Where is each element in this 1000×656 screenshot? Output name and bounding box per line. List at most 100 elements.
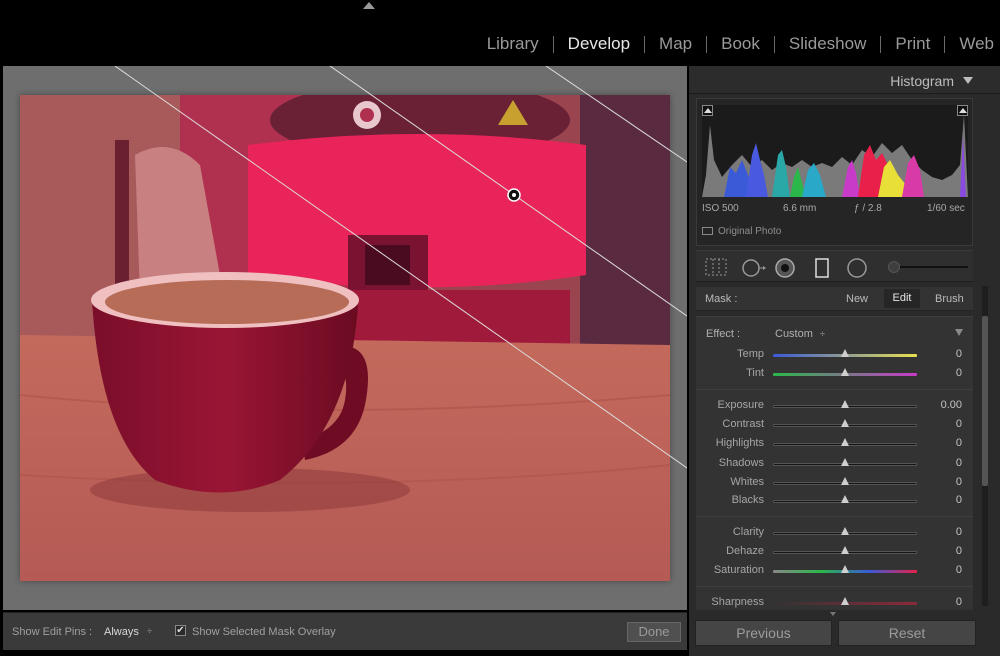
graduated-filter-icon[interactable] [815,258,829,278]
original-photo-label: Original Photo [718,226,782,237]
histogram-header[interactable]: Histogram [689,66,1000,94]
module-map[interactable]: Map [645,34,706,54]
effect-preset-select[interactable]: Custom ÷ [775,328,825,340]
shadows-label: Shadows [718,457,764,469]
contrast-row: Contrast 0 [696,416,973,434]
section-divider [696,389,973,390]
original-photo-toggle[interactable]: Original Photo [702,226,781,237]
temp-value[interactable]: 0 [956,348,962,360]
section-divider [696,516,973,517]
dehaze-slider-thumb[interactable] [841,546,849,554]
contrast-slider-thumb[interactable] [841,419,849,427]
temp-slider-thumb[interactable] [841,349,849,357]
mask-brush-button[interactable]: Brush [935,293,964,305]
original-photo-checkbox[interactable] [702,227,713,235]
mask-edit-button[interactable]: Edit [884,289,920,308]
scroll-down-icon[interactable] [830,612,836,616]
radial-filter-icon[interactable] [847,258,867,278]
histogram-chart [702,115,968,197]
bottom-buttons: Previous Reset [689,618,1000,656]
whites-slider-thumb[interactable] [841,477,849,485]
histogram-graph [702,105,968,197]
histogram-panel: ISO 500 6.6 mm ƒ / 2.8 1/60 sec Original… [696,98,973,246]
module-web[interactable]: Web [945,34,994,54]
bottom-toolbar: Show Edit Pins : Always ÷ ✔ Show Selecte… [3,612,687,650]
sharpness-row: Sharpness 0 [696,594,973,610]
adjustment-brush-slider[interactable] [892,266,968,268]
photo-image [20,95,670,581]
panel-scrollbar[interactable] [982,286,988,606]
blacks-label: Blacks [731,494,764,506]
module-develop[interactable]: Develop [554,34,644,54]
tint-value[interactable]: 0 [956,367,962,379]
exif-aperture: ƒ / 2.8 [854,203,882,214]
section-divider [696,586,973,587]
blacks-row: Blacks 0 [696,492,973,510]
red-eye-icon[interactable] [775,258,795,278]
whites-value[interactable]: 0 [956,476,962,488]
previous-button[interactable]: Previous [695,620,832,646]
highlights-value[interactable]: 0 [956,437,962,449]
highlights-label: Highlights [715,437,764,449]
highlights-row: Highlights 0 [696,435,973,453]
clarity-slider-thumb[interactable] [841,527,849,535]
whites-label: Whites [730,476,764,488]
module-book[interactable]: Book [707,34,774,54]
reset-button[interactable]: Reset [838,620,976,646]
mask-label: Mask : [705,293,738,305]
module-library[interactable]: Library [473,34,553,54]
exposure-slider-thumb[interactable] [841,400,849,408]
exif-iso: ISO 500 [702,203,739,214]
mask-overlay-checkbox[interactable]: ✔ [175,625,186,636]
mask-overlay-label: Show Selected Mask Overlay [192,626,336,638]
module-picker-bar: Library Develop Map Book Slideshow Print… [0,0,1000,64]
blacks-slider-thumb[interactable] [841,495,849,503]
collapse-triangle-icon[interactable] [963,77,973,84]
done-button[interactable]: Done [627,622,681,642]
effect-preset-value: Custom [775,328,813,340]
exposure-row: Exposure 0.00 [696,397,973,415]
module-print[interactable]: Print [881,34,944,54]
highlights-slider-thumb[interactable] [841,438,849,446]
dehaze-value[interactable]: 0 [956,545,962,557]
saturation-label: Saturation [713,564,764,576]
mask-new-button[interactable]: New [846,293,868,305]
blacks-value[interactable]: 0 [956,494,962,506]
exposure-label: Exposure [717,399,764,411]
show-edit-pins-label: Show Edit Pins : [12,626,93,638]
exif-focal-length: 6.6 mm [783,203,817,214]
clarity-row: Clarity 0 [696,524,973,542]
saturation-slider-thumb[interactable] [841,565,849,573]
shadows-value[interactable]: 0 [956,457,962,469]
tint-slider-thumb[interactable] [841,368,849,376]
shadows-row: Shadows 0 [696,455,973,473]
clarity-value[interactable]: 0 [956,526,962,538]
dehaze-row: Dehaze 0 [696,543,973,561]
whites-row: Whites 0 [696,474,973,492]
image-canvas[interactable] [3,66,687,610]
show-edit-pins-select[interactable]: Always [104,626,139,638]
adjustment-brush-icon[interactable] [888,261,900,273]
sharpness-label: Sharpness [711,596,764,608]
spot-removal-icon[interactable] [741,258,767,278]
module-slideshow[interactable]: Slideshow [775,34,881,54]
effect-label: Effect : [706,328,741,340]
sharpness-slider-thumb[interactable] [841,597,849,605]
sharpness-value[interactable]: 0 [956,596,962,608]
effect-arrows: ÷ [819,329,825,339]
photo-preview[interactable] [20,95,670,581]
exposure-value[interactable]: 0.00 [941,399,962,411]
mask-row: Mask : New Edit Brush [696,287,973,311]
effect-collapse-icon[interactable] [955,329,963,336]
panel-scrollbar-thumb[interactable] [982,316,988,486]
shadows-slider-thumb[interactable] [841,458,849,466]
saturation-row: Saturation 0 [696,562,973,580]
tint-label: Tint [746,367,764,379]
saturation-value[interactable]: 0 [956,564,962,576]
adjustments-panel: Effect : Custom ÷ Temp 0 Tint 0 Exposure… [696,316,973,610]
histogram-title: Histogram [890,73,954,89]
show-edit-pins-arrows[interactable]: ÷ [147,626,152,636]
collapse-top-panel-icon[interactable] [363,2,375,9]
contrast-value[interactable]: 0 [956,418,962,430]
crop-overlay-icon[interactable] [705,258,727,276]
